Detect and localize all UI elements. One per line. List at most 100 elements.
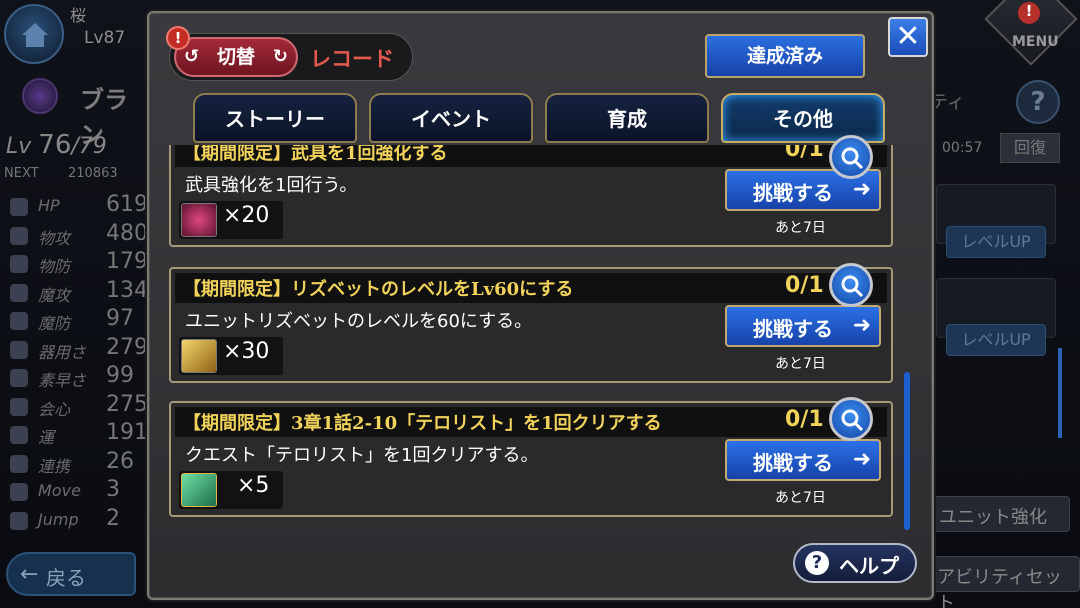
- card-description: クエスト「テロリスト」を1回クリアする。: [185, 445, 539, 466]
- background-left-panel: 桜 Lv87 ブラン Lv 76/79 NEXT 210863 HP 619 物攻…: [0, 0, 150, 608]
- player-level: Lv87: [84, 28, 126, 48]
- search-button[interactable]: [829, 263, 873, 307]
- stat-row: 会心 275: [10, 392, 150, 421]
- close-icon: ✕: [895, 19, 921, 54]
- stat-value: 179: [106, 249, 148, 274]
- stat-row: 物攻 480: [10, 221, 150, 250]
- element-gem-icon: [22, 78, 58, 114]
- card-progress: 0/1: [785, 407, 824, 432]
- rotate-right-icon: ↻: [272, 46, 288, 67]
- search-button[interactable]: [829, 397, 873, 441]
- home-button[interactable]: [4, 4, 64, 64]
- switch-group: ↺ 切替 ↻ ! レコード: [166, 26, 413, 81]
- achieved-button[interactable]: 達成済み: [705, 34, 865, 78]
- arrow-right-icon: ➜: [852, 177, 871, 202]
- recover-button[interactable]: 回復: [1000, 133, 1060, 163]
- alert-icon: !: [1018, 2, 1040, 24]
- switch-label: 切替: [216, 46, 255, 68]
- switch-button[interactable]: ↺ 切替 ↻: [174, 37, 298, 77]
- card-title-bar: 【期間限定】リズベットのレベルをLv60にする 0/1: [175, 273, 887, 303]
- help-button[interactable]: ? ヘルプ: [793, 543, 917, 583]
- time-remaining: あと7日: [775, 490, 826, 506]
- stat-icon: [10, 283, 28, 302]
- tab-other[interactable]: その他: [721, 93, 885, 143]
- arrow-right-icon: ➜: [852, 313, 871, 338]
- stat-value: 279: [106, 334, 148, 360]
- stat-label: 連携: [38, 456, 71, 476]
- stat-label: 素早さ: [38, 371, 87, 390]
- stat-value: 26: [106, 448, 134, 474]
- challenge-button[interactable]: 挑戦する ➜: [725, 439, 881, 481]
- card-reward: ×30: [179, 337, 283, 375]
- level-up-button[interactable]: レベルUP: [946, 324, 1046, 356]
- card-title: 【期間限定】武具を1回強化する: [183, 145, 448, 164]
- list-item: 【期間限定】3章1話2-10「テロリスト」を1回クリアする 0/1 クエスト「テ…: [169, 401, 893, 517]
- record-list[interactable]: 【期間限定】武具を1回強化する 0/1 武具強化を1回行う。 ×20 挑戦する …: [169, 145, 914, 533]
- stat-icon: [10, 397, 28, 416]
- stat-row: 素早さ 99: [10, 363, 150, 392]
- close-button[interactable]: ✕: [888, 17, 928, 57]
- help-icon: ?: [805, 551, 829, 575]
- stat-icon: [10, 369, 28, 387]
- stat-row: Move 3: [10, 477, 150, 506]
- tab-event[interactable]: イベント: [369, 93, 533, 143]
- stat-icon: [10, 198, 28, 216]
- stat-value: 97: [106, 306, 134, 331]
- tab-story[interactable]: ストーリー: [193, 93, 357, 143]
- unit-level-label: Lv: [6, 134, 32, 159]
- challenge-label: 挑戦する: [753, 451, 833, 475]
- player-name: 桜: [70, 6, 87, 25]
- menu-button[interactable]: ! MENU: [984, 0, 1080, 66]
- stat-icon: [10, 312, 28, 330]
- card-title-bar: 【期間限定】3章1話2-10「テロリスト」を1回クリアする 0/1: [175, 407, 887, 437]
- card-description: 武具強化を1回行う。: [185, 175, 358, 196]
- background-right-panel: ! MENU ティ ? 00:57 回復 レベルUP レベルUP ユニット強化 …: [930, 0, 1080, 608]
- arrow-right-icon: ➜: [852, 447, 871, 472]
- reward-item-icon: [181, 203, 217, 237]
- reward-item-icon: [181, 339, 217, 373]
- card-progress: 0/1: [785, 145, 824, 162]
- timer: 00:57: [942, 140, 983, 156]
- back-button[interactable]: ← 戻る: [6, 552, 136, 596]
- help-label: ヘルプ: [839, 554, 899, 578]
- reward-quantity: ×5: [237, 473, 270, 498]
- search-icon: [841, 275, 864, 298]
- stat-label: HP: [38, 196, 60, 215]
- stat-value: 480: [106, 220, 148, 246]
- stat-icon: [10, 340, 28, 359]
- stat-row: 物防 179: [10, 249, 150, 278]
- stat-label: Jump: [38, 509, 79, 529]
- reward-quantity: ×20: [223, 203, 270, 228]
- card-reward: ×5: [179, 471, 283, 509]
- challenge-label: 挑戦する: [753, 181, 833, 205]
- challenge-button[interactable]: 挑戦する ➜: [725, 305, 881, 347]
- menu-label: MENU: [1012, 34, 1059, 50]
- card-reward: ×20: [179, 201, 283, 239]
- stat-row: 運 191: [10, 420, 150, 449]
- ability-set-button[interactable]: アビリティセット: [930, 556, 1080, 608]
- stat-row: 魔攻 134: [10, 278, 150, 307]
- unit-enhance-button[interactable]: ユニット強化: [930, 496, 1070, 532]
- level-up-button[interactable]: レベルUP: [946, 226, 1046, 258]
- next-value: 210863: [68, 166, 118, 181]
- search-icon: [841, 147, 864, 170]
- stat-icon: [10, 226, 28, 245]
- stat-icon: [10, 454, 28, 473]
- stat-label: 会心: [38, 399, 71, 419]
- search-button[interactable]: [829, 135, 873, 179]
- stat-value: 134: [106, 277, 148, 303]
- list-item: 【期間限定】リズベットのレベルをLv60にする 0/1 ユニットリズベットのレベ…: [169, 267, 893, 383]
- list-item: 【期間限定】武具を1回強化する 0/1 武具強化を1回行う。 ×20 挑戦する …: [169, 145, 893, 247]
- stat-value: 619: [106, 192, 148, 217]
- list-scrollbar[interactable]: [904, 372, 910, 530]
- tab-training[interactable]: 育成: [545, 93, 709, 143]
- challenge-label: 挑戦する: [753, 317, 833, 341]
- stat-value: 275: [106, 391, 148, 417]
- search-icon: [841, 409, 864, 432]
- stat-label: 魔防: [38, 314, 71, 333]
- stat-icon: [10, 426, 28, 444]
- help-icon[interactable]: ?: [1016, 80, 1060, 124]
- stat-row: 魔防 97: [10, 306, 150, 335]
- stat-label: 器用さ: [38, 342, 87, 362]
- tab-bar: ストーリー イベント 育成 その他: [193, 93, 893, 145]
